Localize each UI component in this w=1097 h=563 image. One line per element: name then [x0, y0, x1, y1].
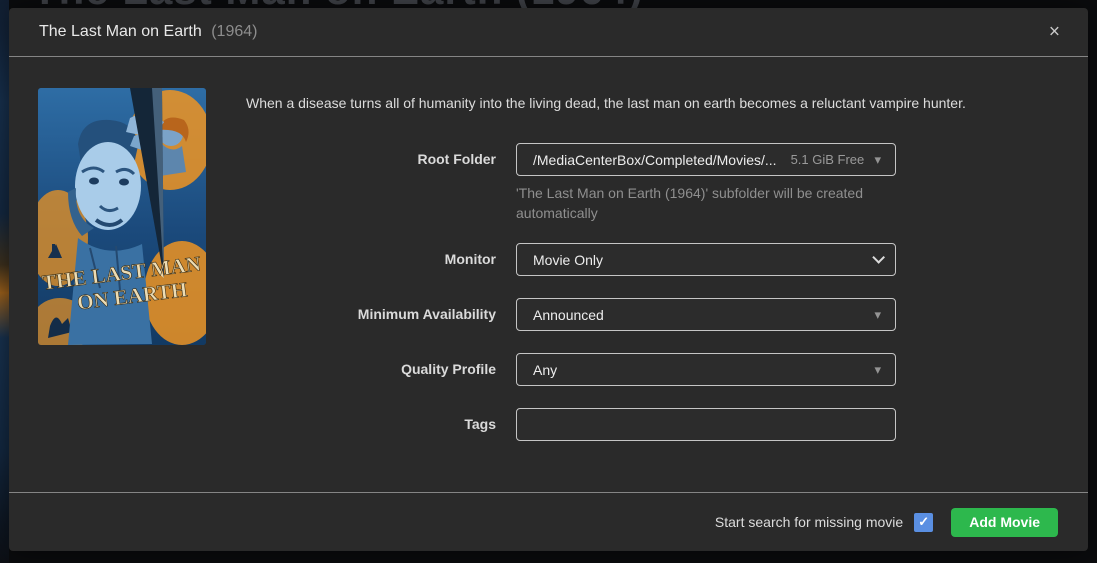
root-folder-value: /MediaCenterBox/Completed/Movies/... [533, 152, 777, 168]
quality-profile-label: Quality Profile [9, 353, 496, 386]
root-folder-label: Root Folder [9, 143, 496, 176]
monitor-label: Monitor [9, 243, 496, 276]
root-folder-helper-text: 'The Last Man on Earth (1964)' subfolder… [516, 183, 884, 223]
root-folder-select[interactable]: /MediaCenterBox/Completed/Movies/... 5.1… [516, 143, 896, 176]
chevron-down-icon [872, 251, 885, 264]
minimum-availability-label: Minimum Availability [9, 298, 496, 331]
add-movie-modal: The Last Man on Earth (1964) × [9, 8, 1088, 551]
tags-label: Tags [9, 408, 496, 441]
minimum-availability-row: Minimum Availability Announced ▾ [9, 298, 1088, 331]
movie-year: (1964) [211, 23, 257, 40]
modal-footer: Start search for missing movie ✓ Add Mov… [9, 492, 1088, 551]
modal-body: THE LAST MAN ON EARTH When a disease tur… [9, 57, 1088, 492]
modal-header: The Last Man on Earth (1964) × [9, 8, 1088, 57]
close-icon[interactable]: × [1049, 23, 1060, 42]
check-icon: ✓ [918, 514, 929, 530]
monitor-value: Movie Only [533, 252, 603, 268]
modal-title: The Last Man on Earth (1964) [39, 23, 257, 41]
start-search-checkbox[interactable]: ✓ [914, 513, 933, 532]
start-search-label: Start search for missing movie [715, 514, 903, 530]
tags-row: Tags [9, 408, 1088, 441]
minimum-availability-select[interactable]: Announced ▾ [516, 298, 896, 331]
caret-down-icon: ▾ [874, 308, 881, 321]
quality-profile-select[interactable]: Any ▾ [516, 353, 896, 386]
monitor-select[interactable]: Movie Only [516, 243, 896, 276]
caret-down-icon: ▾ [874, 363, 881, 376]
quality-profile-row: Quality Profile Any ▾ [9, 353, 1088, 386]
tags-input[interactable] [516, 408, 896, 441]
movie-overview: When a disease turns all of humanity int… [246, 94, 986, 114]
monitor-row: Monitor Movie Only [9, 243, 1088, 276]
root-folder-free-space: 5.1 GiB Free [791, 152, 865, 167]
add-movie-button[interactable]: Add Movie [951, 508, 1058, 537]
caret-down-icon: ▾ [874, 153, 881, 166]
minimum-availability-value: Announced [533, 307, 604, 323]
backdrop-poster-sliver [0, 0, 9, 563]
quality-profile-value: Any [533, 362, 557, 378]
movie-title: The Last Man on Earth [39, 23, 202, 40]
root-folder-row: Root Folder /MediaCenterBox/Completed/Mo… [9, 143, 1088, 176]
